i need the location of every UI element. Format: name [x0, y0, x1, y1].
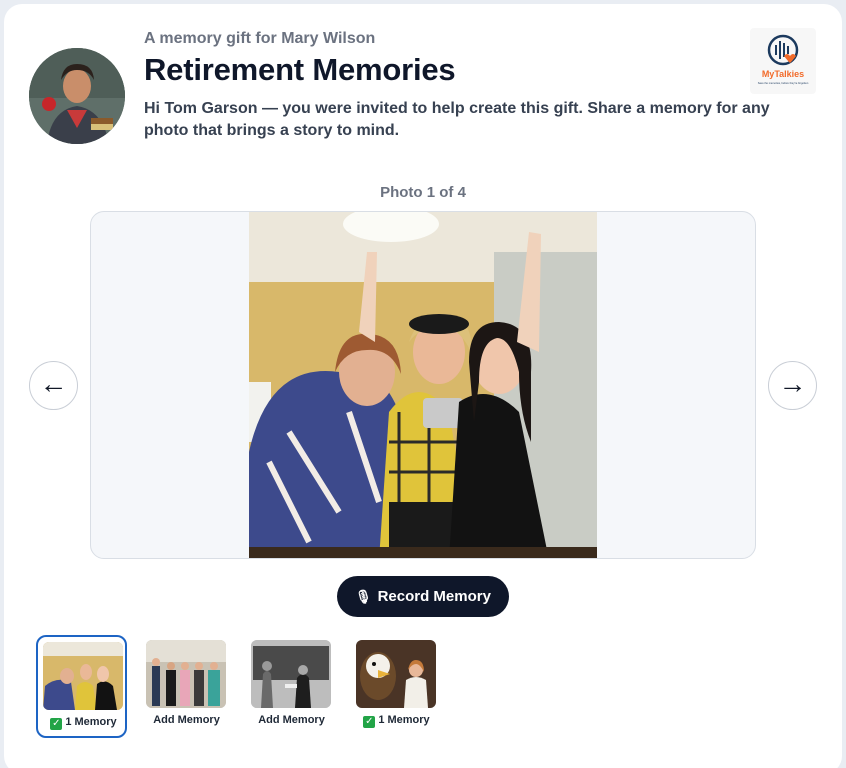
checkmark-icon: ✓ [363, 716, 376, 728]
thumbnail-4-label: ✓ 1 Memory [363, 714, 430, 728]
thumbnail-1[interactable]: ✓ 1 Memory [36, 635, 127, 738]
intro-text: Hi Tom Garson — you were invited to help… [144, 100, 770, 139]
mytalkies-logo: MyTalkies Save the memories, before they… [750, 28, 816, 94]
microphone-icon: 🎙 [355, 588, 372, 604]
thumbnail-2-image [146, 640, 226, 708]
thumbnail-2-label: Add Memory [153, 714, 220, 726]
current-photo[interactable] [249, 212, 597, 558]
recipient-avatar [29, 48, 125, 144]
thumbnail-1-label: ✓ 1 Memory [50, 716, 117, 730]
checkmark-icon: ✓ [50, 718, 63, 730]
previous-photo-button[interactable]: ← [29, 361, 78, 410]
gift-subtitle: A memory gift for Mary Wilson [144, 30, 376, 47]
page-title: Retirement Memories [144, 52, 456, 87]
record-memory-button[interactable]: 🎙 Record Memory [337, 576, 509, 617]
photo-counter: Photo 1 of 4 [380, 184, 466, 201]
next-photo-button[interactable]: → [768, 361, 817, 410]
thumbnail-4-image [356, 640, 436, 708]
logo-wordmark: MyTalkies [762, 69, 804, 79]
thumbnail-3[interactable]: Add Memory [246, 635, 337, 738]
thumbnail-3-label: Add Memory [258, 714, 325, 726]
thumbnail-3-image [251, 640, 331, 708]
record-memory-label: Record Memory [377, 588, 491, 605]
photo-viewer [90, 211, 756, 559]
thumbnail-4[interactable]: ✓ 1 Memory [351, 635, 442, 738]
thumbnail-2[interactable]: Add Memory [141, 635, 232, 738]
logo-tagline: Save the memories, before they're forgot… [758, 81, 809, 85]
thumbnail-1-image [43, 642, 123, 710]
